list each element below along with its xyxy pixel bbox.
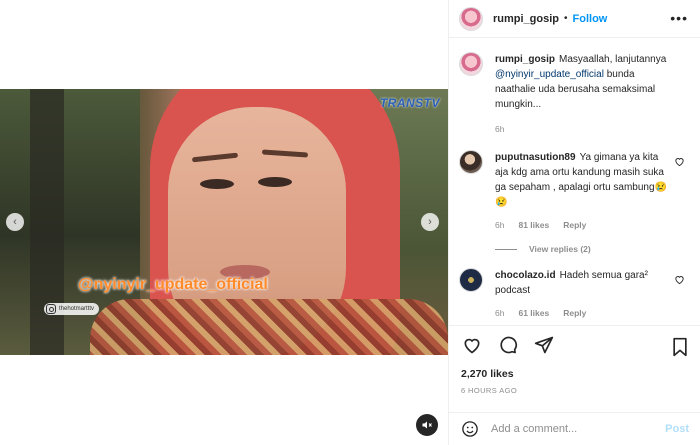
video-tree-trunk [30, 89, 64, 355]
instagram-tag: thehotmartttv [44, 303, 100, 315]
caption-time[interactable]: 6h [495, 124, 504, 134]
chevron-right-icon: › [428, 216, 432, 228]
comment-meta: 6h 81 likes Reply [495, 220, 673, 230]
next-media-button[interactable]: › [421, 213, 439, 231]
emoji-button[interactable] [461, 420, 479, 438]
heart-icon[interactable] [674, 156, 685, 170]
chevron-left-icon: ‹ [13, 216, 17, 228]
heart-icon[interactable] [674, 274, 685, 288]
divider [495, 248, 517, 250]
video-eye-right [258, 177, 292, 187]
action-bar [449, 325, 700, 369]
caption-meta: 6h [495, 124, 673, 134]
list-item: puputnasution89 Ya gimana ya kita aja kdg… [459, 150, 691, 230]
comment-time[interactable]: 6h [495, 308, 504, 318]
avatar[interactable] [459, 6, 483, 31]
view-replies-button[interactable]: View replies (2) [495, 244, 691, 254]
save-button[interactable] [669, 336, 691, 358]
reply-button[interactable]: Reply [563, 220, 586, 230]
avatar[interactable] [459, 268, 483, 292]
video-watermark: @nyinyir_update_official [78, 276, 268, 293]
comment-button[interactable] [497, 334, 519, 356]
comment-author[interactable]: puputnasution89 [495, 152, 576, 163]
caption-text: rumpi_gosip Masyaallah, lanjutannya @nyin… [495, 52, 673, 112]
caption-text-before: Masyaallah, lanjutannya [559, 54, 667, 65]
comment-likes[interactable]: 61 likes [518, 308, 549, 318]
post-username[interactable]: rumpi_gosip [493, 13, 559, 25]
add-comment-bar: Post [449, 412, 700, 445]
media-pane: TRANSTV @nyinyir_update_official thehotm… [0, 0, 448, 445]
like-button[interactable] [461, 334, 483, 356]
caption-author[interactable]: rumpi_gosip [495, 54, 555, 65]
mute-button[interactable] [416, 414, 438, 436]
comment-icon [500, 336, 518, 354]
comment-time[interactable]: 6h [495, 220, 504, 230]
heart-icon [464, 338, 480, 354]
video-eye-left [200, 179, 234, 189]
comment-input[interactable] [491, 423, 651, 435]
instagram-tag-handle: thehotmartttv [59, 306, 95, 312]
list-item: chocolazo.id Hadeh semua gara² podcast 6h… [459, 268, 691, 318]
channel-logo: TRANSTV [379, 96, 440, 110]
comment-text: puputnasution89 Ya gimana ya kita aja kdg… [495, 150, 673, 210]
more-options-icon[interactable]: ••• [670, 10, 688, 26]
post-timestamp: 6 HOURS AGO [461, 386, 518, 395]
share-button[interactable] [533, 334, 555, 356]
emoji-icon [462, 421, 478, 437]
avatar[interactable] [459, 52, 483, 76]
share-icon [534, 336, 554, 354]
mute-icon [422, 421, 432, 429]
comment-text: chocolazo.id Hadeh semua gara² podcast [495, 268, 673, 298]
instagram-icon [46, 304, 56, 314]
post-sidebar: rumpi_gosip • Follow ••• rumpi_gosip Masy… [448, 0, 700, 445]
separator-dot: • [564, 13, 568, 24]
caption: rumpi_gosip Masyaallah, lanjutannya @nyin… [459, 52, 691, 134]
video-dress [90, 299, 448, 355]
likes-count[interactable]: 2,270 likes [461, 368, 514, 380]
video-player[interactable] [0, 89, 448, 355]
follow-button[interactable]: Follow [573, 13, 608, 25]
post-button[interactable]: Post [665, 423, 689, 435]
post-header: rumpi_gosip • Follow ••• [449, 0, 700, 38]
reply-button[interactable]: Reply [563, 308, 586, 318]
comment-meta: 6h 61 likes Reply [495, 308, 673, 318]
comment-likes[interactable]: 81 likes [518, 220, 549, 230]
previous-media-button[interactable]: ‹ [6, 213, 24, 231]
bookmark-icon [673, 337, 687, 357]
comment-author[interactable]: chocolazo.id [495, 270, 556, 281]
caption-mention[interactable]: @nyinyir_update_official [495, 69, 604, 80]
comments-list: rumpi_gosip Masyaallah, lanjutannya @nyin… [449, 38, 700, 328]
view-replies-label: View replies (2) [529, 244, 591, 254]
avatar[interactable] [459, 150, 483, 174]
